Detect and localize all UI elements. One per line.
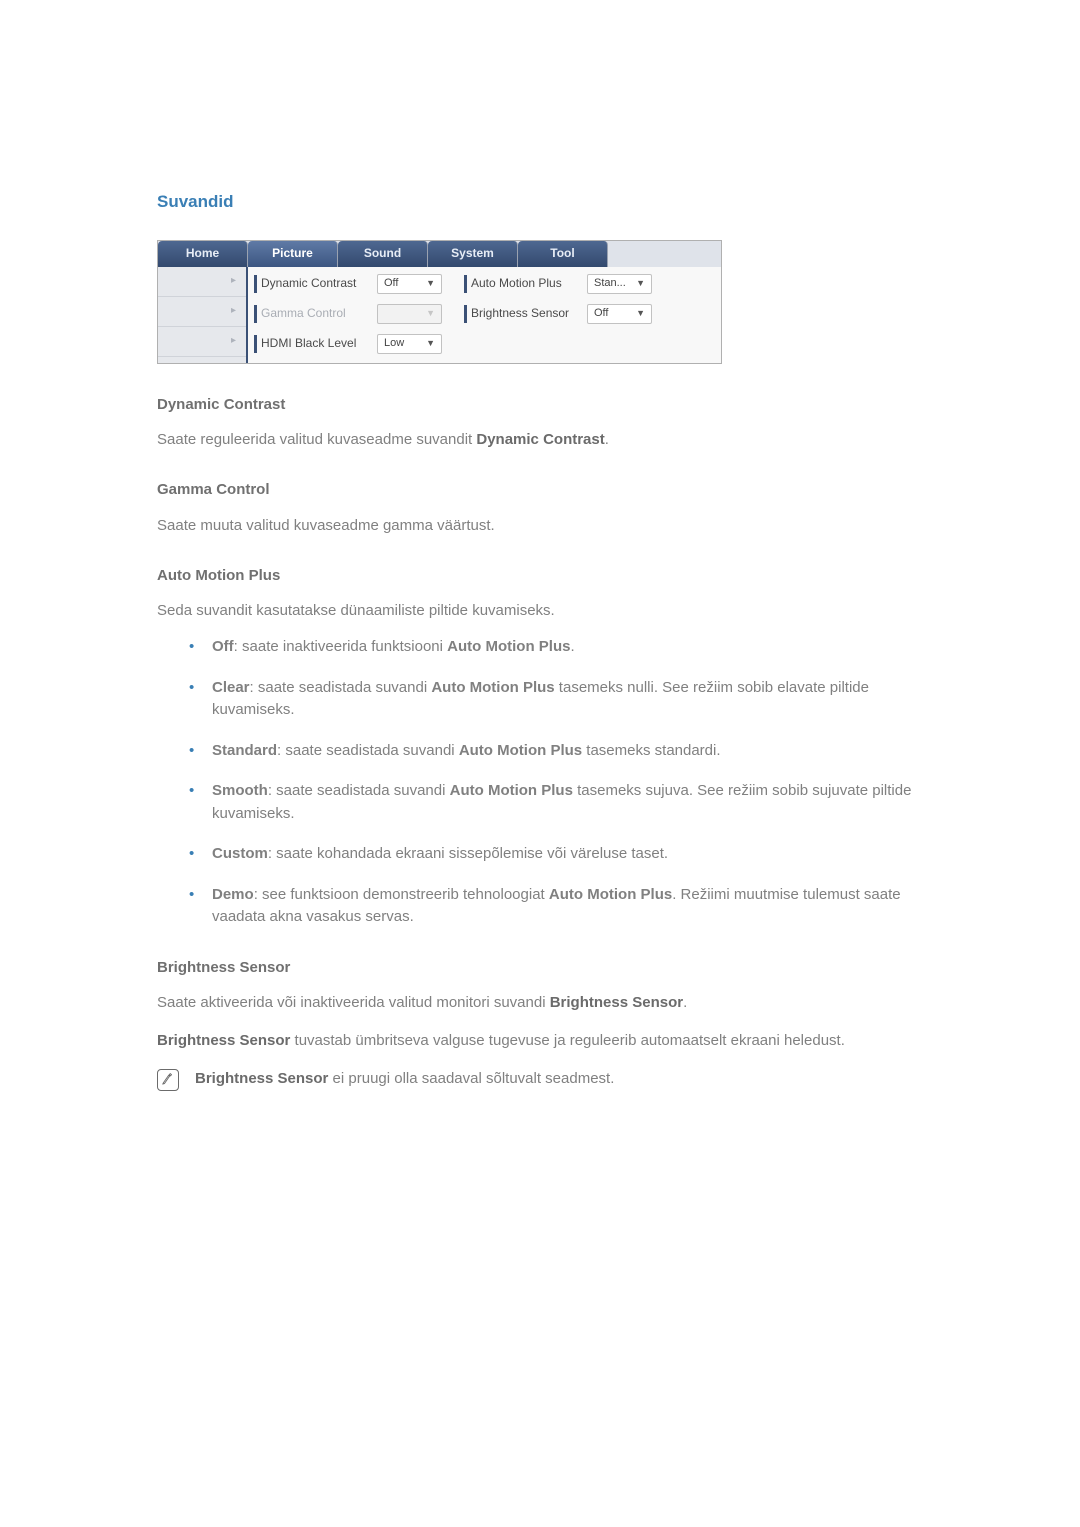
dropdown-value: Low <box>384 336 404 352</box>
paragraph: Saate muuta valitud kuvaseadme gamma vää… <box>157 515 925 537</box>
brightness-sensor-dropdown[interactable]: Off ▼ <box>587 304 652 324</box>
tab-tool[interactable]: Tool <box>518 241 608 267</box>
dynamic-contrast-dropdown[interactable]: Off ▼ <box>377 274 442 294</box>
tab-bar: Home Picture Sound System Tool <box>158 241 721 267</box>
accent-bar-icon <box>254 335 257 353</box>
list-item: Standard: saate seadistada suvandi Auto … <box>157 740 925 763</box>
hdmi-black-level-dropdown[interactable]: Low ▼ <box>377 334 442 354</box>
settings-row: HDMI Black Level Low ▼ <box>254 329 715 359</box>
section-heading-brightness-sensor: Brightness Sensor <box>157 957 925 979</box>
list-item: Clear: saate seadistada suvandi Auto Mot… <box>157 677 925 722</box>
tab-home[interactable]: Home <box>158 241 248 267</box>
chevron-down-icon: ▼ <box>636 307 645 320</box>
list-item: Custom: saate kohandada ekraani sissepõl… <box>157 843 925 866</box>
accent-bar-icon <box>464 305 467 323</box>
side-slot[interactable]: ▸ <box>158 327 246 357</box>
note-icon <box>157 1069 179 1091</box>
paragraph: Saate aktiveerida või inaktiveerida vali… <box>157 992 925 1014</box>
gamma-control-dropdown: ▼ <box>377 304 442 324</box>
tab-picture[interactable]: Picture <box>248 241 338 267</box>
paragraph: Seda suvandit kasutatakse dünaamiliste p… <box>157 600 925 622</box>
page-title: Suvandid <box>157 190 925 215</box>
dropdown-value: Off <box>384 276 398 292</box>
settings-row: Dynamic Contrast Off ▼ Auto Motion Plus … <box>254 269 715 299</box>
tab-system[interactable]: System <box>428 241 518 267</box>
note-text: Brightness Sensor ei pruugi olla saadava… <box>195 1068 614 1090</box>
side-column: ▸ ▸ ▸ <box>158 267 248 363</box>
section-heading-gamma-control: Gamma Control <box>157 479 925 501</box>
field-label: Dynamic Contrast <box>261 275 373 292</box>
section-heading-auto-motion-plus: Auto Motion Plus <box>157 565 925 587</box>
list-item: Demo: see funktsioon demonstreerib tehno… <box>157 884 925 929</box>
side-slot[interactable]: ▸ <box>158 267 246 297</box>
settings-row: Gamma Control ▼ Brightness Sensor Off ▼ <box>254 299 715 329</box>
section-heading-dynamic-contrast: Dynamic Contrast <box>157 394 925 416</box>
chevron-down-icon: ▼ <box>426 307 435 320</box>
chevron-down-icon: ▼ <box>636 277 645 290</box>
field-label: Brightness Sensor <box>471 305 583 322</box>
auto-motion-plus-dropdown[interactable]: Stan... ▼ <box>587 274 652 294</box>
field-label: Auto Motion Plus <box>471 275 583 292</box>
chevron-down-icon: ▼ <box>426 337 435 350</box>
field-label: HDMI Black Level <box>261 335 373 352</box>
dropdown-value: Off <box>594 306 608 322</box>
list-item: Smooth: saate seadistada suvandi Auto Mo… <box>157 780 925 825</box>
dropdown-value: Stan... <box>594 276 626 292</box>
field-label: Gamma Control <box>261 305 373 322</box>
accent-bar-icon <box>464 275 467 293</box>
accent-bar-icon <box>254 275 257 293</box>
settings-screenshot: Home Picture Sound System Tool ▸ ▸ ▸ Dyn… <box>157 240 925 364</box>
paragraph: Saate reguleerida valitud kuvaseadme suv… <box>157 429 925 451</box>
side-slot[interactable]: ▸ <box>158 297 246 327</box>
tab-sound[interactable]: Sound <box>338 241 428 267</box>
chevron-down-icon: ▼ <box>426 277 435 290</box>
paragraph: Brightness Sensor tuvastab ümbritseva va… <box>157 1030 925 1052</box>
list-item: Off: saate inaktiveerida funktsiooni Aut… <box>157 636 925 659</box>
note: Brightness Sensor ei pruugi olla saadava… <box>157 1068 925 1094</box>
option-list: Off: saate inaktiveerida funktsiooni Aut… <box>157 636 925 929</box>
fields-column: Dynamic Contrast Off ▼ Auto Motion Plus … <box>248 267 721 363</box>
accent-bar-icon <box>254 305 257 323</box>
